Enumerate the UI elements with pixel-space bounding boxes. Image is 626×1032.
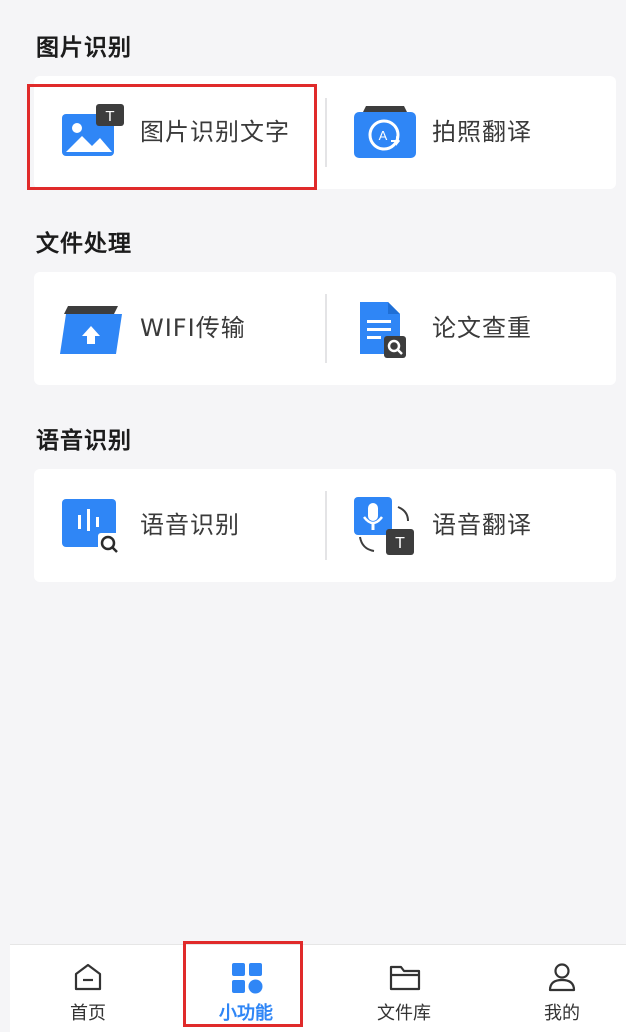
card-file-processing: WIFI传输 论文查重 xyxy=(34,272,616,385)
bottom-nav: 首页 小功能 文件库 我的 xyxy=(10,944,626,1032)
svg-text:T: T xyxy=(105,108,114,125)
card-image-recognition: T 图片识别文字 A 拍照翻译 xyxy=(34,76,616,189)
image-text-recognition-label: 图片识别文字 xyxy=(140,118,290,146)
user-icon xyxy=(548,963,576,992)
nav-item-home[interactable]: 首页 xyxy=(28,945,148,1032)
home-icon xyxy=(74,963,102,991)
paper-check-label: 论文查重 xyxy=(432,314,532,342)
mic-translate-icon: T xyxy=(354,497,414,555)
voice-recognition-label: 语音识别 xyxy=(140,511,240,539)
screen: 图片识别 T 图片识别文字 A 拍照翻译 文件处理 WIFI传输 论文查重 语音… xyxy=(0,0,626,1032)
nav-label-tools: 小功能 xyxy=(219,1003,273,1024)
voice-translate-label: 语音翻译 xyxy=(432,511,532,539)
section-title-file-processing: 文件处理 xyxy=(36,231,132,257)
folder-icon xyxy=(389,965,421,991)
voice-translate-button[interactable]: T 语音翻译 xyxy=(326,469,616,582)
section-title-voice-recognition: 语音识别 xyxy=(36,428,132,454)
section-title-image-recognition: 图片识别 xyxy=(36,35,132,61)
paper-check-button[interactable]: 论文查重 xyxy=(326,272,616,385)
nav-label-home: 首页 xyxy=(70,1003,106,1024)
wifi-transfer-label: WIFI传输 xyxy=(140,314,246,342)
grid-icon xyxy=(232,963,263,994)
voice-recognition-button[interactable]: 语音识别 xyxy=(34,469,324,582)
wifi-transfer-button[interactable]: WIFI传输 xyxy=(34,272,324,385)
image-text-recognition-button[interactable]: T 图片识别文字 xyxy=(34,76,324,189)
image-text-icon: T xyxy=(62,104,124,156)
nav-item-tools[interactable]: 小功能 xyxy=(186,945,306,1032)
svg-text:A: A xyxy=(379,128,388,143)
voice-search-icon xyxy=(62,499,122,555)
nav-item-files[interactable]: 文件库 xyxy=(344,945,464,1032)
svg-text:T: T xyxy=(395,535,405,552)
nav-label-files: 文件库 xyxy=(377,1003,431,1024)
document-search-icon xyxy=(360,302,406,358)
nav-item-profile[interactable]: 我的 xyxy=(502,945,622,1032)
nav-label-profile: 我的 xyxy=(544,1003,580,1024)
wifi-upload-folder-icon xyxy=(60,306,122,354)
card-voice-recognition: 语音识别 T 语音翻译 xyxy=(34,469,616,582)
photo-translate-label: 拍照翻译 xyxy=(432,118,532,146)
photo-translate-button[interactable]: A 拍照翻译 xyxy=(326,76,616,189)
camera-translate-icon: A xyxy=(354,106,416,158)
